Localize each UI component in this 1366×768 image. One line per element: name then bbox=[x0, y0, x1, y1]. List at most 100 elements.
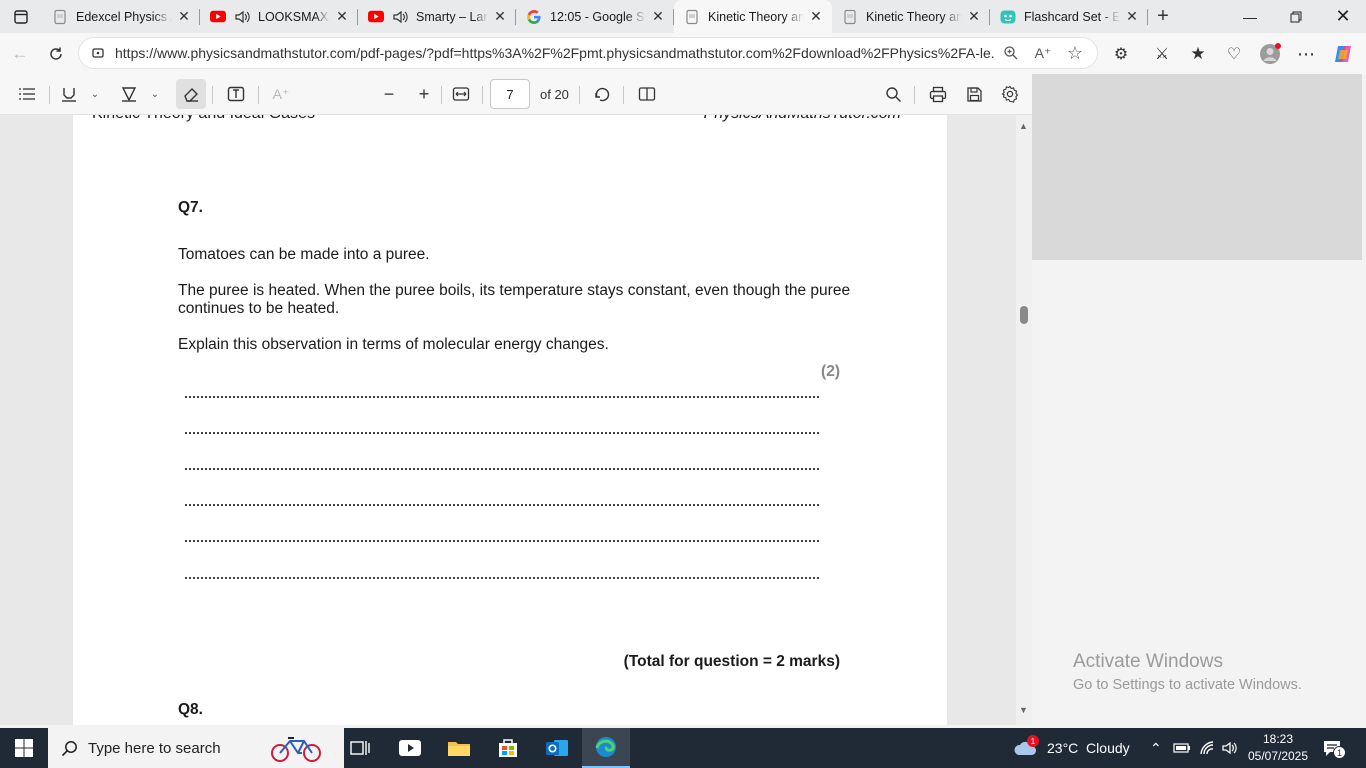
browser-essentials-button[interactable]: ⚔ bbox=[1145, 37, 1179, 71]
zoom-in-button[interactable]: + bbox=[409, 79, 439, 109]
taskbar-app-store[interactable] bbox=[484, 728, 532, 768]
settings-more-button[interactable]: ⋯ bbox=[1289, 37, 1323, 71]
close-tab-icon[interactable]: ✕ bbox=[808, 8, 824, 25]
taskbar-app-outlook[interactable] bbox=[533, 728, 581, 768]
volume-control[interactable] bbox=[1221, 728, 1239, 768]
read-aloud-pdf-button[interactable]: A⁺ bbox=[266, 79, 296, 109]
address-bar[interactable]: https://www.physicsandmathstutor.com/pdf… bbox=[78, 37, 1098, 69]
favorites-star-list-icon: ★ bbox=[1190, 44, 1206, 63]
tab-title[interactable]: Kinetic Theory and Ideal Gases bbox=[866, 10, 962, 24]
erase-button[interactable] bbox=[176, 79, 206, 109]
browser-tab[interactable]: Smarty – Lanz ✕ bbox=[358, 0, 516, 33]
close-tab-icon[interactable]: ✕ bbox=[334, 8, 350, 25]
taskbar-app-media-player[interactable] bbox=[386, 728, 434, 768]
close-window-button[interactable]: ✕ bbox=[1320, 0, 1366, 33]
watermark-line-2: Go to Settings to activate Windows. bbox=[1073, 677, 1302, 693]
profile-button[interactable] bbox=[1253, 37, 1287, 71]
tab-title[interactable]: 12:05 - Google Search bbox=[550, 10, 646, 24]
answer-line bbox=[185, 577, 819, 579]
activate-windows-watermark: Activate Windows Go to Settings to activ… bbox=[1073, 651, 1302, 693]
show-hidden-icons-button[interactable]: ⌃ bbox=[1150, 728, 1162, 768]
url-text[interactable]: https://www.physicsandmathstutor.com/pdf… bbox=[115, 45, 995, 61]
task-view-button[interactable] bbox=[336, 728, 384, 768]
zoom-out-button[interactable]: − bbox=[374, 79, 404, 109]
tab-actions-icon bbox=[14, 9, 28, 24]
restore-button[interactable] bbox=[1273, 0, 1319, 33]
favorites-button[interactable]: ★ bbox=[1181, 37, 1215, 71]
copilot-button[interactable] bbox=[1326, 37, 1360, 71]
browser-tab[interactable]: Kinetic Theory and Ideal Gases ✕ bbox=[832, 0, 990, 33]
restore-icon bbox=[1290, 11, 1302, 22]
draw-options-chevron[interactable]: ⌄ bbox=[148, 79, 162, 109]
save-button[interactable] bbox=[959, 79, 989, 109]
taskbar-search-box[interactable]: Type here to search bbox=[48, 728, 344, 768]
highlight-options-chevron[interactable]: ⌄ bbox=[88, 79, 102, 109]
wifi-icon bbox=[1200, 741, 1214, 755]
pdf-viewer[interactable]: Kinetic Theory and Ideal Gases PhysicsAn… bbox=[0, 115, 1032, 725]
battery-icon bbox=[1173, 743, 1190, 753]
fit-width-icon bbox=[452, 87, 470, 101]
network-status[interactable] bbox=[1199, 728, 1217, 768]
tab-title[interactable]: Edexcel Physics A-level bbox=[76, 10, 172, 24]
tab-title[interactable]: LOOKSMAXXING bbox=[258, 10, 330, 24]
search-placeholder[interactable]: Type here to search bbox=[88, 740, 221, 757]
favorite-star-icon[interactable]: ☆ bbox=[1059, 39, 1091, 67]
tab-title[interactable]: Kinetic Theory and Ideal Gases bbox=[708, 10, 804, 24]
close-tab-icon[interactable]: ✕ bbox=[966, 8, 982, 25]
battery-status[interactable] bbox=[1173, 728, 1191, 768]
notification-center-button[interactable]: 1 bbox=[1322, 728, 1346, 768]
tab-title[interactable]: Smarty – Lanz bbox=[416, 10, 488, 24]
tab-title[interactable]: Flashcard Set - Edexcel bbox=[1024, 10, 1120, 24]
taskbar-app-file-explorer[interactable] bbox=[435, 728, 483, 768]
add-text-button[interactable] bbox=[221, 79, 251, 109]
weather-widget[interactable]: 1 23°C Cloudy bbox=[1013, 728, 1130, 768]
close-tab-icon[interactable]: ✕ bbox=[1124, 8, 1140, 25]
question-text-2: The puree is heated. When the puree boil… bbox=[178, 282, 851, 317]
site-info-icon[interactable] bbox=[89, 44, 107, 62]
marks-label: (2) bbox=[821, 363, 840, 380]
start-button[interactable] bbox=[0, 728, 48, 768]
taskbar-app-edge[interactable] bbox=[582, 728, 630, 768]
tab-audio-playing-icon[interactable] bbox=[392, 9, 410, 25]
contents-button[interactable] bbox=[12, 79, 42, 109]
print-button[interactable] bbox=[923, 79, 953, 109]
zoom-icon[interactable] bbox=[995, 39, 1027, 67]
fit-to-width-button[interactable] bbox=[446, 79, 476, 109]
flashcard-app-icon bbox=[1000, 9, 1016, 25]
browser-tab[interactable]: Flashcard Set - Edexcel ✕ bbox=[990, 0, 1148, 33]
browser-tab[interactable]: 12:05 - Google Search ✕ bbox=[516, 0, 674, 33]
browser-tab[interactable]: Edexcel Physics A-level ✕ bbox=[42, 0, 200, 33]
close-tab-icon[interactable]: ✕ bbox=[492, 8, 508, 25]
browser-tab-active[interactable]: Kinetic Theory and Ideal Gases ✕ bbox=[674, 0, 832, 33]
puzzle-icon: ⚙ bbox=[1113, 46, 1129, 63]
clock-time: 18:23 bbox=[1262, 732, 1294, 746]
find-button[interactable] bbox=[878, 79, 908, 109]
read-aloud-icon[interactable]: A⁺ bbox=[1027, 39, 1059, 67]
rotate-button[interactable] bbox=[587, 79, 617, 109]
speaker-icon bbox=[1222, 741, 1237, 755]
performance-button[interactable]: ♡ bbox=[1217, 37, 1251, 71]
tab-audio-playing-icon[interactable] bbox=[234, 9, 252, 25]
tab-separator bbox=[1147, 9, 1148, 25]
page-view-button[interactable] bbox=[632, 79, 662, 109]
new-tab-button[interactable]: + bbox=[1148, 0, 1178, 33]
browser-tab[interactable]: LOOKSMAXXING ✕ bbox=[200, 0, 358, 33]
answer-line bbox=[185, 468, 819, 470]
vertical-scrollbar[interactable]: ▲ ▼ bbox=[1016, 115, 1032, 725]
scroll-up-icon[interactable]: ▲ bbox=[1019, 121, 1028, 131]
minimize-button[interactable]: — bbox=[1227, 0, 1273, 33]
draw-button[interactable] bbox=[114, 79, 144, 109]
pdf-settings-button[interactable] bbox=[995, 79, 1025, 109]
back-button[interactable]: ← bbox=[2, 38, 38, 70]
scroll-down-icon[interactable]: ▼ bbox=[1019, 705, 1028, 715]
close-tab-icon[interactable]: ✕ bbox=[176, 8, 192, 25]
scrollbar-thumb[interactable] bbox=[1020, 306, 1028, 324]
extensions-button[interactable]: ⚙ bbox=[1104, 37, 1138, 71]
minimize-icon: — bbox=[1243, 8, 1257, 25]
close-tab-icon[interactable]: ✕ bbox=[650, 8, 666, 25]
page-number-input[interactable]: 7 bbox=[490, 79, 530, 109]
refresh-button[interactable] bbox=[38, 38, 74, 70]
clock[interactable]: 18:23 05/07/2025 bbox=[1246, 731, 1310, 765]
highlight-button[interactable] bbox=[54, 79, 84, 109]
tab-actions-button[interactable] bbox=[0, 0, 42, 33]
